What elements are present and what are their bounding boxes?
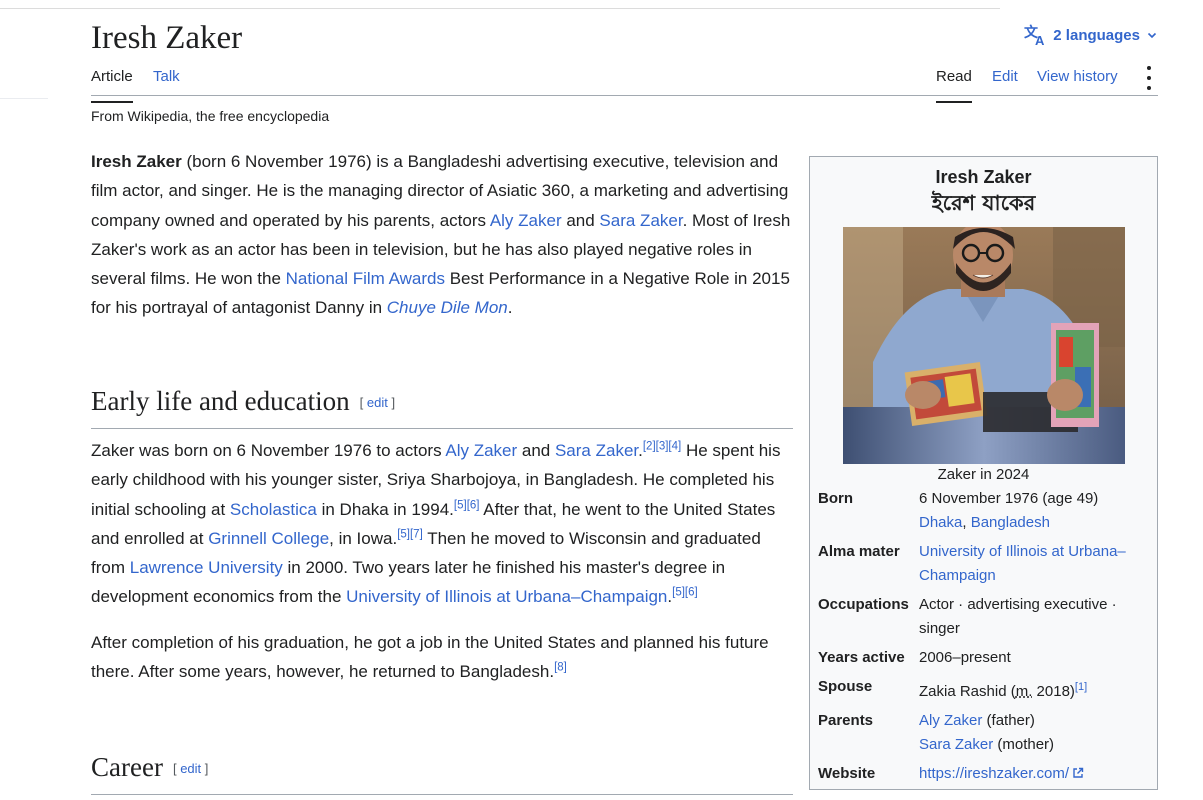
external-link-icon <box>1073 767 1084 778</box>
lead-paragraph: Iresh Zaker (born 6 November 1976) is a … <box>91 152 791 318</box>
languages-label: 2 languages <box>1053 26 1140 44</box>
infobox-label: Born <box>818 490 853 507</box>
infobox-label: Spouse <box>818 678 873 695</box>
chevron-down-icon <box>1147 32 1157 39</box>
infobox-name: Iresh Zaker <box>935 167 1032 187</box>
portrait-image <box>842 227 1125 464</box>
infobox-caption: Zaker in 2024 <box>937 466 1030 483</box>
tab-view-history[interactable]: View history <box>1037 67 1118 93</box>
link-sara-zaker[interactable]: Sara Zaker <box>599 211 682 230</box>
infobox-value: https://ireshzaker.com/ <box>919 762 1153 786</box>
infobox-row-born: Born 6 November 1976 (age 49) Dhaka, Ban… <box>818 487 1153 535</box>
section-heading-early-life: Early life and education[ edit ] <box>91 384 793 429</box>
infobox-label: Occupations <box>818 596 909 613</box>
early-life-body: Zaker was born on 6 November 1976 to act… <box>91 436 793 702</box>
tab-talk[interactable]: Talk <box>153 67 180 93</box>
link-uiuc[interactable]: University of Illinois at Urbana–Champai… <box>919 543 1126 584</box>
infobox-value: 2006–present <box>919 649 1011 666</box>
reference-link[interactable]: [1] <box>1075 681 1087 693</box>
subject-name: Iresh Zaker <box>91 152 182 171</box>
section-career: Career[ edit ] <box>91 750 793 795</box>
section-heading-career: Career[ edit ] <box>91 750 793 795</box>
infobox-photo[interactable] <box>842 227 1125 464</box>
reference-link[interactable]: [5][6] <box>454 499 480 511</box>
infobox-value: Aly Zaker (father) Sara Zaker (mother) <box>919 712 1055 753</box>
infobox-row-alma-mater: Alma mater University of Illinois at Urb… <box>818 540 1153 588</box>
infobox-label: Years active <box>818 649 905 666</box>
infobox-value: Zakia Rashid (m. 2018)[1] <box>919 681 1088 700</box>
translate-icon: 文 A <box>1024 24 1045 46</box>
link-scholastica[interactable]: Scholastica <box>230 500 317 519</box>
edit-section-link: [ edit ] <box>172 761 209 776</box>
infobox: Iresh Zaker ইরেশ যাকের Zaker in 2024 Bor… <box>809 156 1158 790</box>
infobox-row-parents: Parents Aly Zaker (father) Sara Zaker (m… <box>818 709 1153 757</box>
page-title: Iresh Zaker <box>91 20 243 56</box>
infobox-label: Alma mater <box>818 543 900 560</box>
link-dhaka[interactable]: Dhaka <box>919 514 962 531</box>
link-sara-zaker[interactable]: Sara Zaker <box>555 441 638 460</box>
infobox-value: Actor · advertising executive · singer <box>919 596 1117 637</box>
reference-link[interactable]: [8] <box>554 661 567 674</box>
website-link[interactable]: https://ireshzaker.com/ <box>919 765 1084 782</box>
tagline: From Wikipedia, the free encyclopedia <box>91 108 330 124</box>
infobox-native-name: ইরেশ যাকের <box>931 191 1036 215</box>
early-life-paragraph-1: Zaker was born on 6 November 1976 to act… <box>91 440 781 607</box>
infobox-value: 6 November 1976 (age 49) Dhaka, Banglade… <box>919 490 1099 531</box>
reference-link[interactable]: [5][6] <box>672 587 698 599</box>
link-chuye-dile-mon[interactable]: Chuye Dile Mon <box>387 298 508 317</box>
title-row: Iresh Zaker 文 A 2 languages <box>91 14 1158 60</box>
lead-section: Iresh Zaker (born 6 November 1976) is a … <box>91 147 793 337</box>
edit-section-link: [ edit ] <box>359 395 396 410</box>
svg-text:A: A <box>1035 33 1045 46</box>
tab-read[interactable]: Read <box>936 67 972 103</box>
link-aly-zaker[interactable]: Aly Zaker <box>490 211 562 230</box>
infobox-row-occupations: Occupations Actor · advertising executiv… <box>818 593 1153 641</box>
link-uiuc[interactable]: University of Illinois at Urbana–Champai… <box>346 587 667 606</box>
infobox-row-spouse: Spouse Zakia Rashid (m. 2018)[1] <box>818 675 1153 704</box>
page-tabs: Article Talk Read Edit View history <box>91 60 1158 103</box>
tab-article[interactable]: Article <box>91 67 133 103</box>
infobox-label: Parents <box>818 712 874 729</box>
reference-link[interactable]: [2][3][4] <box>643 440 681 453</box>
tab-edit[interactable]: Edit <box>992 67 1018 93</box>
infobox-table: Born 6 November 1976 (age 49) Dhaka, Ban… <box>818 487 1153 791</box>
link-aly-zaker[interactable]: Aly Zaker <box>919 712 982 729</box>
link-sara-zaker[interactable]: Sara Zaker <box>919 736 993 753</box>
married-abbr: m. <box>1015 683 1033 700</box>
link-grinnell-college[interactable]: Grinnell College <box>208 529 329 548</box>
edit-section-career[interactable]: edit <box>180 761 201 776</box>
infobox-row-website: Website https://ireshzaker.com/ <box>818 762 1153 786</box>
kebab-menu-icon[interactable] <box>1144 66 1154 90</box>
link-national-film-awards[interactable]: National Film Awards <box>286 269 445 288</box>
edit-section-early-life[interactable]: edit <box>367 395 388 410</box>
link-bangladesh[interactable]: Bangladesh <box>971 514 1050 531</box>
infobox-row-years-active: Years active 2006–present <box>818 646 1153 670</box>
section-early-life: Early life and education[ edit ] <box>91 384 793 429</box>
early-life-paragraph-2: After completion of his graduation, he g… <box>91 632 769 682</box>
infobox-label: Website <box>818 765 876 782</box>
link-aly-zaker[interactable]: Aly Zaker <box>445 441 517 460</box>
sidebar-divider <box>0 98 48 99</box>
article-page: Iresh Zaker 文 A 2 languages Article Talk… <box>91 0 1158 800</box>
link-lawrence-university[interactable]: Lawrence University <box>130 558 283 577</box>
infobox-value: University of Illinois at Urbana–Champai… <box>919 540 1153 588</box>
reference-link[interactable]: [5][7] <box>397 528 423 540</box>
languages-button[interactable]: 文 A 2 languages <box>1023 24 1158 46</box>
